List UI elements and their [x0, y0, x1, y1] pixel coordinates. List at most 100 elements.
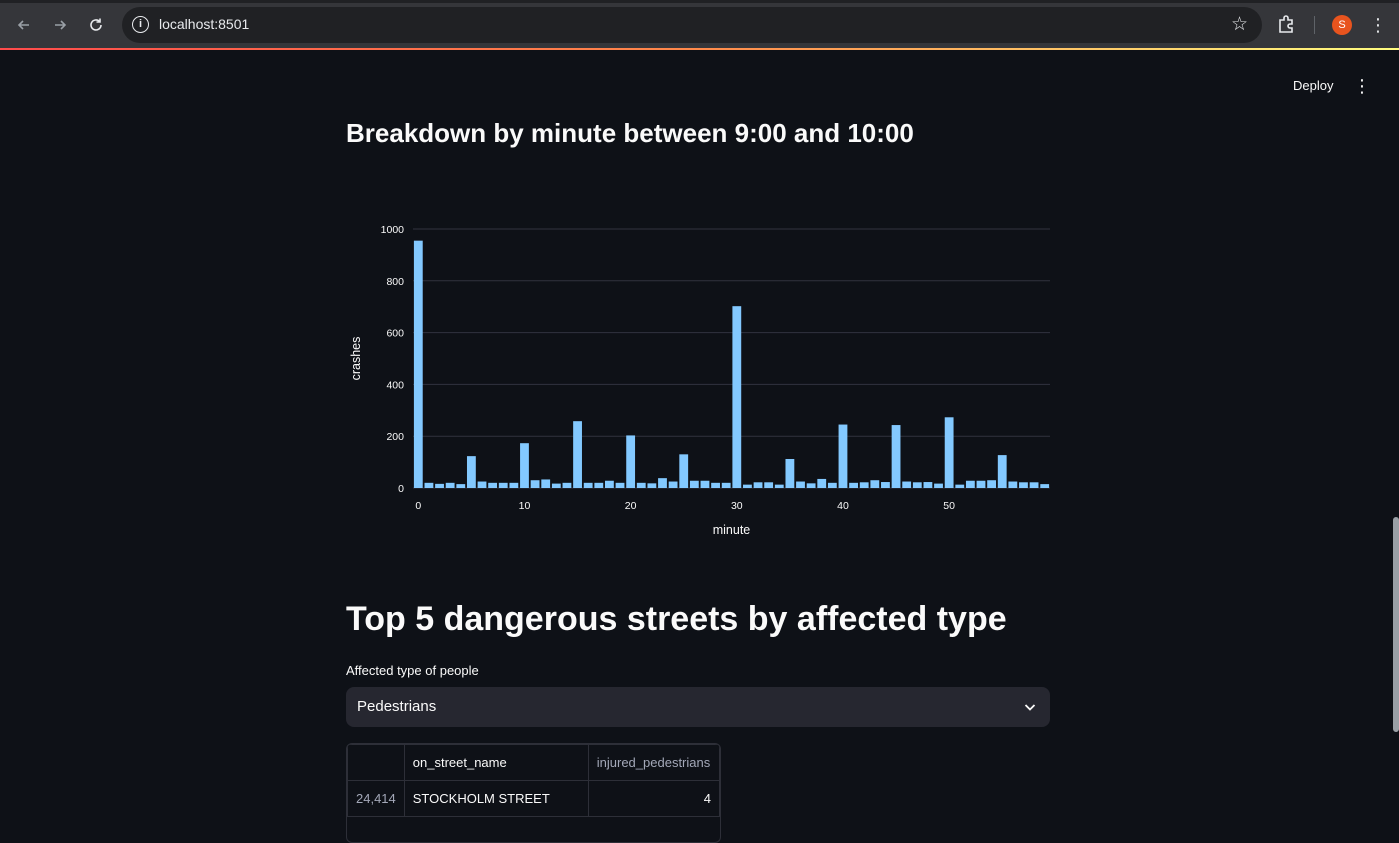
y-tick-label: 600: [386, 328, 404, 340]
x-tick-label: 20: [625, 500, 637, 512]
bar: [689, 480, 699, 488]
bar: [424, 482, 434, 488]
bar: [753, 482, 763, 488]
bar: [668, 481, 678, 488]
bar: [583, 482, 593, 488]
affected-type-select[interactable]: Pedestrians: [346, 687, 1050, 727]
bar: [509, 482, 519, 488]
bar: [859, 482, 869, 488]
bar: [891, 425, 901, 488]
bar: [520, 443, 529, 488]
bar: [870, 480, 880, 488]
y-tick-label: 200: [386, 431, 404, 443]
back-icon[interactable]: [11, 12, 37, 38]
bar: [658, 478, 667, 488]
bar: [785, 458, 795, 488]
extensions-icon[interactable]: [1276, 13, 1300, 37]
y-tick-label: 800: [386, 276, 404, 288]
cell-street-name[interactable]: STOCKHOLM STREET: [403, 780, 589, 817]
bar: [743, 484, 752, 488]
bar: [679, 454, 689, 488]
bar: [605, 480, 614, 488]
bar: [912, 482, 922, 488]
tab-strip-edge: [0, 0, 1399, 3]
bar: [700, 480, 710, 488]
bar: [413, 240, 423, 488]
bar: [764, 482, 774, 488]
bar: [636, 482, 646, 488]
bar: [796, 481, 805, 488]
bar: [445, 482, 455, 488]
bar: [541, 479, 551, 488]
y-tick-label: 0: [398, 483, 404, 495]
column-header-injured[interactable]: injured_pedestrians: [587, 744, 720, 781]
bar: [902, 481, 912, 488]
profile-avatar[interactable]: S: [1332, 15, 1352, 35]
section-title-minute: Breakdown by minute between 9:00 and 10:…: [346, 118, 914, 148]
star-icon[interactable]: ☆: [1231, 13, 1248, 36]
bar: [944, 417, 954, 488]
bar: [456, 484, 466, 488]
bar: [551, 483, 561, 488]
bar: [881, 482, 890, 488]
bar: [573, 421, 582, 488]
scrollbar-thumb[interactable]: [1393, 517, 1399, 732]
browser-toolbar: i localhost:8501 ☆ S ⋮: [0, 0, 1399, 49]
forward-icon[interactable]: [47, 12, 73, 38]
reload-icon[interactable]: [83, 12, 109, 38]
y-tick-label: 400: [386, 379, 404, 391]
section-title-streets: Top 5 dangerous streets by affected type: [346, 600, 1007, 638]
x-tick-label: 50: [943, 500, 955, 512]
table-header-row: on_street_name injured_pedestrians: [347, 744, 720, 781]
bar: [477, 481, 487, 488]
bar: [435, 483, 444, 488]
bar: [817, 478, 827, 488]
cell-injured-count[interactable]: 4: [587, 780, 720, 817]
x-tick-label: 0: [415, 500, 421, 512]
x-axis-label: minute: [713, 523, 751, 537]
main-menu-icon[interactable]: ⋮: [1352, 75, 1372, 97]
select-label: Affected type of people: [346, 663, 479, 678]
y-tick-label: 1000: [381, 224, 405, 236]
bar: [987, 480, 997, 488]
address-bar[interactable]: i localhost:8501 ☆: [122, 7, 1262, 43]
x-tick-label: 30: [731, 500, 743, 512]
bar: [774, 484, 784, 488]
bar: [1019, 482, 1028, 488]
info-icon[interactable]: i: [132, 16, 149, 33]
menu-dots-icon[interactable]: ⋮: [1368, 14, 1388, 36]
bar: [615, 482, 625, 488]
bar: [626, 435, 636, 488]
table-row[interactable]: 24,414 STOCKHOLM STREET 4: [347, 780, 720, 817]
minute-bar-chart: 0 200 400 600 800 1000 0 10 20 30 40 50 minute crashe…: [349, 224, 1050, 537]
x-tick-label: 10: [519, 500, 531, 512]
deploy-button[interactable]: Deploy: [1283, 76, 1343, 96]
bar: [827, 482, 837, 488]
bar: [965, 480, 975, 488]
bar: [732, 306, 742, 488]
x-tick-label: 40: [837, 500, 849, 512]
bar: [1008, 481, 1018, 488]
column-header-index[interactable]: [347, 744, 405, 781]
bar: [976, 480, 986, 488]
bar: [498, 482, 508, 488]
bar: [711, 482, 720, 488]
bar: [923, 482, 933, 488]
bar: [1029, 482, 1039, 488]
bar: [721, 482, 731, 488]
url-text[interactable]: localhost:8501: [159, 16, 249, 32]
bar: [488, 482, 498, 488]
bar: [466, 456, 476, 488]
toolbar-separator: [1314, 16, 1315, 34]
bar: [594, 482, 604, 488]
chevron-down-icon[interactable]: [1022, 699, 1038, 715]
bar: [955, 484, 965, 488]
row-index[interactable]: 24,414: [347, 780, 405, 817]
bar: [530, 480, 540, 488]
column-header-street[interactable]: on_street_name: [403, 744, 589, 781]
select-value[interactable]: Pedestrians: [357, 698, 436, 715]
streets-dataframe[interactable]: on_street_name injured_pedestrians 24,41…: [346, 743, 721, 843]
y-axis-label: crashes: [349, 337, 363, 381]
bar: [562, 482, 572, 488]
bar: [1040, 484, 1050, 488]
